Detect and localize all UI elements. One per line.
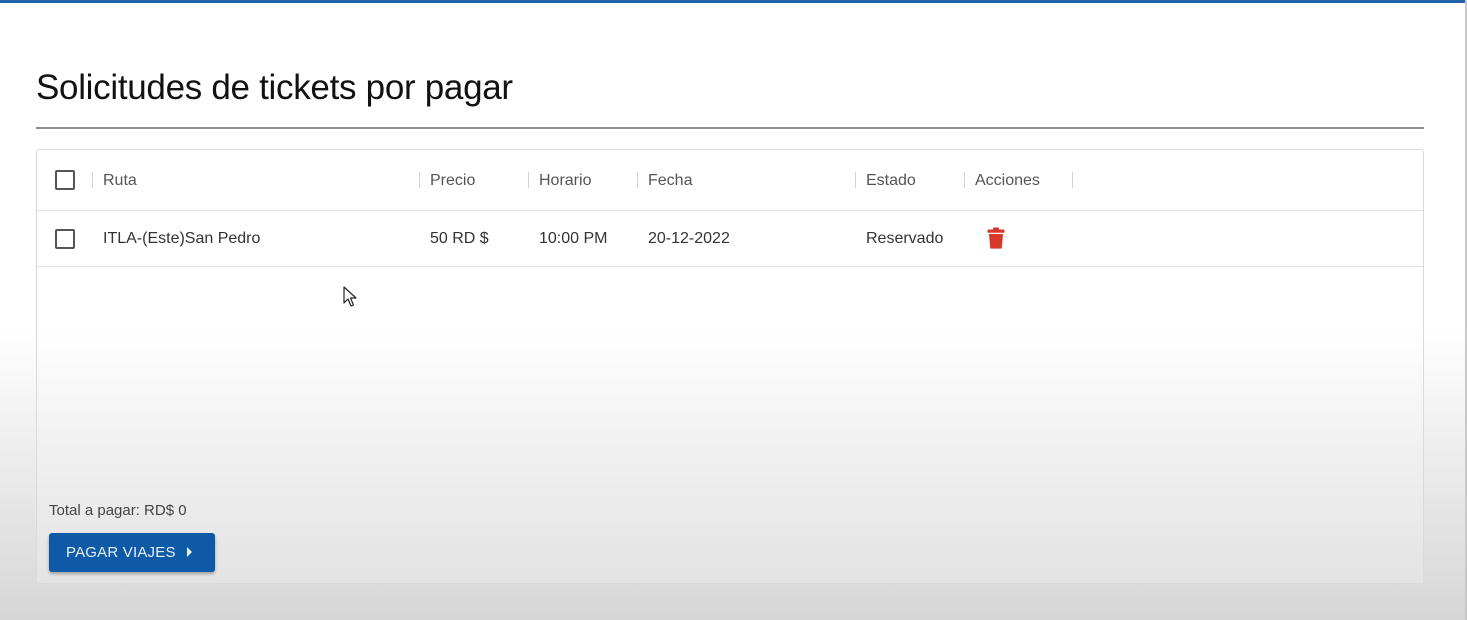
column-separator[interactable] <box>855 172 856 188</box>
column-separator[interactable] <box>528 172 529 188</box>
pay-button-label: PAGAR VIAJES <box>66 544 176 561</box>
row-select-checkbox[interactable] <box>55 229 75 249</box>
cell-precio: 50 RD $ <box>430 230 489 247</box>
column-header-acciones: Acciones <box>975 172 1040 189</box>
cell-ruta: ITLA-(Este)San Pedro <box>103 230 261 247</box>
column-header-ruta[interactable]: Ruta <box>103 172 137 190</box>
column-header-fecha[interactable]: Fecha <box>648 172 692 190</box>
column-header-horario[interactable]: Horario <box>539 172 591 190</box>
pay-trips-button[interactable]: PAGAR VIAJES <box>49 533 215 572</box>
column-header-estado[interactable]: Estado <box>866 172 916 190</box>
delete-button[interactable] <box>987 227 1005 249</box>
tickets-table-panel: Ruta Precio Horario Fecha Estado Accione… <box>36 149 1424 584</box>
caret-right-icon <box>187 547 192 557</box>
title-divider <box>36 127 1424 129</box>
column-separator[interactable] <box>92 172 93 188</box>
cell-horario: 10:00 PM <box>539 230 608 247</box>
column-separator[interactable] <box>419 172 420 188</box>
top-accent-bar <box>0 0 1467 3</box>
table-row[interactable]: ITLA-(Este)San Pedro 50 RD $ 10:00 PM 20… <box>37 211 1423 267</box>
mouse-cursor-icon <box>343 286 357 307</box>
table-header-row: Ruta Precio Horario Fecha Estado Accione… <box>37 150 1423 211</box>
select-all-checkbox[interactable] <box>55 170 75 190</box>
total-to-pay: Total a pagar: RD$ 0 <box>49 502 187 519</box>
column-separator[interactable] <box>637 172 638 188</box>
column-separator[interactable] <box>1072 172 1073 188</box>
trash-icon <box>987 227 1005 249</box>
page-title: Solicitudes de tickets por pagar <box>36 68 513 107</box>
column-separator[interactable] <box>964 172 965 188</box>
cell-fecha: 20-12-2022 <box>648 230 730 247</box>
cell-estado: Reservado <box>866 230 944 247</box>
column-header-precio[interactable]: Precio <box>430 172 475 190</box>
